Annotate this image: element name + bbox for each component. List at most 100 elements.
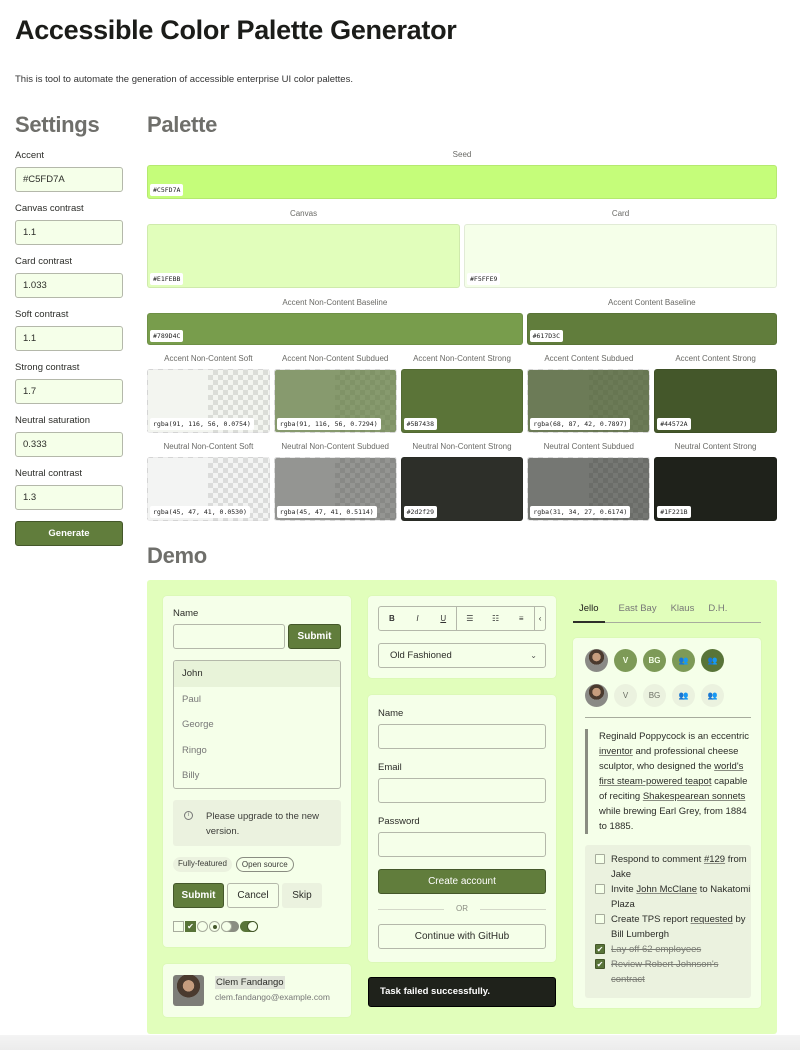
swatch: #2d2f29 [400,457,524,521]
setting-input[interactable]: #C5FD7A [15,167,123,192]
checkbox-checked[interactable]: ✔ [595,944,605,954]
setting-input[interactable]: 1.033 [15,273,123,298]
underline-button[interactable]: U [430,614,456,623]
todo-link[interactable]: requested [691,914,733,925]
swatch: rgba(68, 87, 42, 0.7897) [527,369,651,433]
upgrade-alert: i Please upgrade to the new version. [173,800,341,846]
tab-east-bay[interactable]: East Bay [619,597,657,622]
swatch: rgba(45, 47, 41, 0.0530) [147,457,270,521]
setting-input[interactable]: 1.3 [15,485,123,510]
setting-label: Card contrast [15,256,73,267]
avatar-initials[interactable]: V [614,649,637,672]
info-icon: i [184,811,193,820]
accent-content-baseline-swatch: #617D3C [526,313,777,345]
setting-input[interactable]: 0.333 [15,432,123,457]
signup-password-input[interactable] [378,832,546,857]
settings-title: Settings [15,112,100,137]
list-option[interactable]: Billy [174,763,340,788]
setting-label: Neutral contrast [15,468,83,479]
github-button[interactable]: Continue with GitHub [378,924,546,949]
group-icon[interactable]: 👥 [701,649,724,672]
setting-label: Canvas contrast [15,203,84,214]
list-option[interactable]: Ringo [174,738,340,764]
swatch-label: Neutral Content Subdued [543,442,634,451]
checkbox-checked[interactable]: ✔ [595,959,605,969]
canvas-label: Canvas [289,209,318,218]
group-icon[interactable]: 👥 [701,684,724,707]
group-icon[interactable]: 👥 [672,684,695,707]
submit-button[interactable]: Submit [173,883,224,908]
italic-button[interactable]: I [405,614,431,623]
avatar-initials[interactable]: BG [643,649,666,672]
seed-label: Seed [452,150,472,159]
card-label: Card [611,209,630,218]
swatch-value: #E1FEBB [150,273,184,285]
swatch-column: Neutral Content Subdued rgba(31, 34, 27, … [527,441,651,521]
quote-link[interactable]: inventor [599,746,633,757]
todo-text: Invite John McClane to Nakatomi Plaza [611,882,751,912]
card-swatch: #F5FFE9 [464,224,777,288]
checkbox-unchecked[interactable] [595,884,605,894]
or-divider: OR [378,903,546,915]
swatch-label: Accent Non-Content Strong [413,354,511,363]
align-left-icon[interactable]: ≡ [508,614,534,623]
setting-label: Accent [15,150,45,161]
profile-card: Clem Fandango clem.fandango@example.com [163,964,351,1017]
signup-name-input[interactable] [378,724,546,749]
radio-unchecked[interactable] [197,921,208,932]
todo-text: Create TPS report requested by Bill Lumb… [611,912,751,942]
setting-input[interactable]: 1.1 [15,326,123,351]
checkbox-checked[interactable]: ✔ [185,921,196,932]
skip-button[interactable]: Skip [282,883,322,908]
swatch-label: Accent Content Strong [675,354,756,363]
tab-d-h[interactable]: D.H. [708,597,727,622]
group-icon[interactable]: 👥 [672,649,695,672]
listbox[interactable]: John Paul George Ringo Billy [173,660,341,789]
swatch-value: rgba(45, 47, 41, 0.5114) [276,506,377,518]
avatar[interactable] [585,649,608,672]
more-icon[interactable]: ‹ [535,614,545,623]
checkbox-unchecked[interactable] [595,914,605,924]
name-input[interactable] [173,624,285,649]
tab-jello[interactable]: Jello [573,597,605,623]
swatch-column: Accent Content Strong #44572A [654,353,777,433]
radio-checked[interactable] [209,921,220,932]
setting-input[interactable]: 1.7 [15,379,123,404]
cancel-button[interactable]: Cancel [227,883,279,908]
list-option[interactable]: Paul [174,687,340,713]
todo-link[interactable]: #129 [704,854,725,865]
signup-name-label: Name [378,708,404,719]
list-option[interactable]: John [174,661,340,687]
cocktail-select[interactable]: Old Fashioned ⌄ [378,643,546,668]
swatch-column: Accent Non-Content Soft rgba(91, 116, 56,… [147,353,270,433]
generate-button[interactable]: Generate [15,521,123,546]
checkbox-unchecked[interactable] [173,921,184,932]
quote-text: while brewing Earl Grey, from 1884 to 18… [599,806,747,832]
todo-item: Create TPS report requested by Bill Lumb… [595,912,751,942]
setting-input[interactable]: 1.1 [15,220,123,245]
toggle-off[interactable] [221,921,239,932]
todo-text: Respond to comment #129 from Jake [611,852,751,882]
swatch-value: #617D3C [529,330,563,342]
avatar-initials[interactable]: V [614,684,637,707]
ordered-list-icon[interactable]: ☰ [457,614,483,623]
inline-submit-button[interactable]: Submit [288,624,341,649]
create-account-button[interactable]: Create account [378,869,546,894]
tag-fully-featured[interactable]: Fully-featured [173,857,232,872]
swatch-column: Neutral Non-Content Strong #2d2f29 [400,441,524,521]
tag-open-source[interactable]: Open source [235,857,294,872]
avatar[interactable] [585,684,608,707]
tab-klaus[interactable]: Klaus [671,597,695,622]
checkbox-unchecked[interactable] [595,854,605,864]
todo-link[interactable]: John McClane [636,884,697,895]
toggle-on[interactable] [240,921,258,932]
bullet-list-icon[interactable]: ☷ [483,614,509,623]
bold-button[interactable]: B [379,614,405,623]
signup-email-input[interactable] [378,778,546,803]
swatch-column: Neutral Non-Content Subdued rgba(45, 47, … [273,441,397,521]
todo-text: Review Robert Johnson's contract [611,957,751,987]
swatch-label: Neutral Non-Content Subdued [281,442,389,451]
list-option[interactable]: George [174,712,340,738]
quote-link[interactable]: Shakespearean sonnets [643,791,745,802]
avatar-initials[interactable]: BG [643,684,666,707]
